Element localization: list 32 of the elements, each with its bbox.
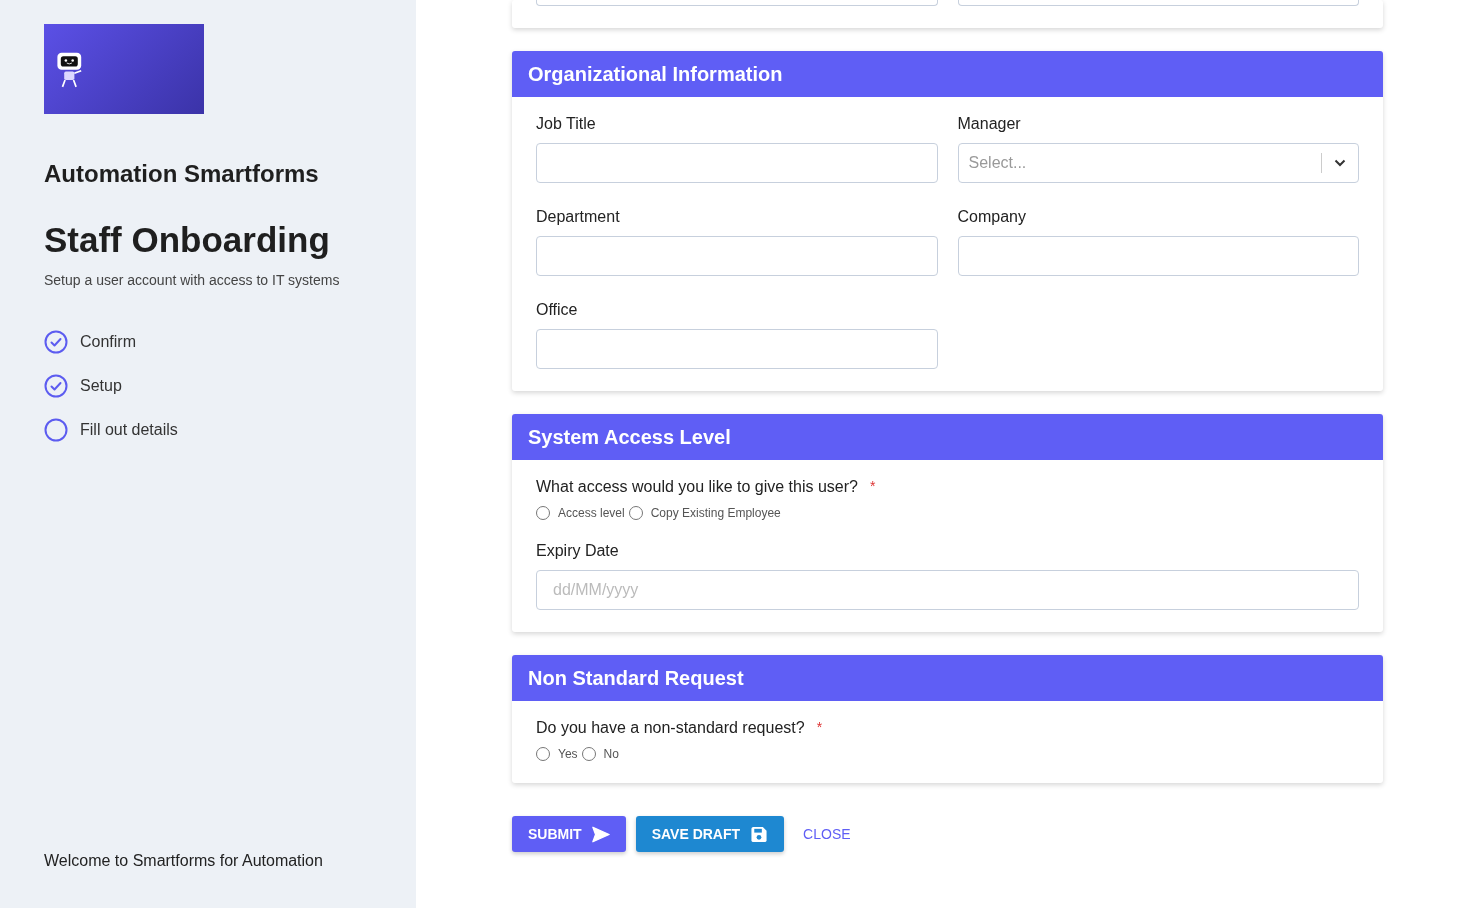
field-label: Company xyxy=(957,208,1026,226)
field-label: Job Title xyxy=(536,115,596,133)
required-mark: * xyxy=(816,719,823,737)
field-label: What access would you like to give this user? xyxy=(536,478,858,496)
select-placeholder: Select... xyxy=(968,154,1028,172)
date-field[interactable]: dd/MM/yyyy xyxy=(536,570,1359,610)
form-subtitle: Setup a user account with access to IT systems xyxy=(44,272,341,288)
step-label: Confirm xyxy=(80,333,136,351)
field-label: Department xyxy=(536,208,620,226)
section-header: System Access Level xyxy=(512,414,1383,460)
section-header: Organizational Information xyxy=(512,51,1383,97)
welcome-text: Welcome to Smartforms for Automation xyxy=(44,852,324,870)
radio-option[interactable]: Access level xyxy=(536,506,625,520)
radio-option[interactable]: Yes xyxy=(536,747,578,761)
save-draft-button[interactable]: SAVE DRAFT xyxy=(635,816,785,852)
send-icon xyxy=(591,825,610,843)
close-link[interactable]: CLOSE xyxy=(794,816,860,852)
field-label: Expiry Date xyxy=(536,542,619,560)
submit-button[interactable]: SUBMIT xyxy=(512,816,626,852)
app-name: Automation Smartforms xyxy=(44,160,320,188)
radio-option[interactable]: No xyxy=(581,747,619,761)
field-label: Manager xyxy=(957,115,1021,133)
chevron-down-icon xyxy=(1334,159,1346,167)
field-label: Do you have a non-standard request? xyxy=(536,719,805,737)
save-icon xyxy=(750,825,769,843)
section-header: Non Standard Request xyxy=(512,655,1383,701)
field-label: Office xyxy=(536,301,578,319)
step-label: Setup xyxy=(80,377,122,395)
form-title: Staff Onboarding xyxy=(44,220,331,260)
step-label: Fill out details xyxy=(80,421,178,439)
radio-option[interactable]: Copy Existing Employee xyxy=(628,506,781,520)
required-mark: * xyxy=(869,478,876,496)
